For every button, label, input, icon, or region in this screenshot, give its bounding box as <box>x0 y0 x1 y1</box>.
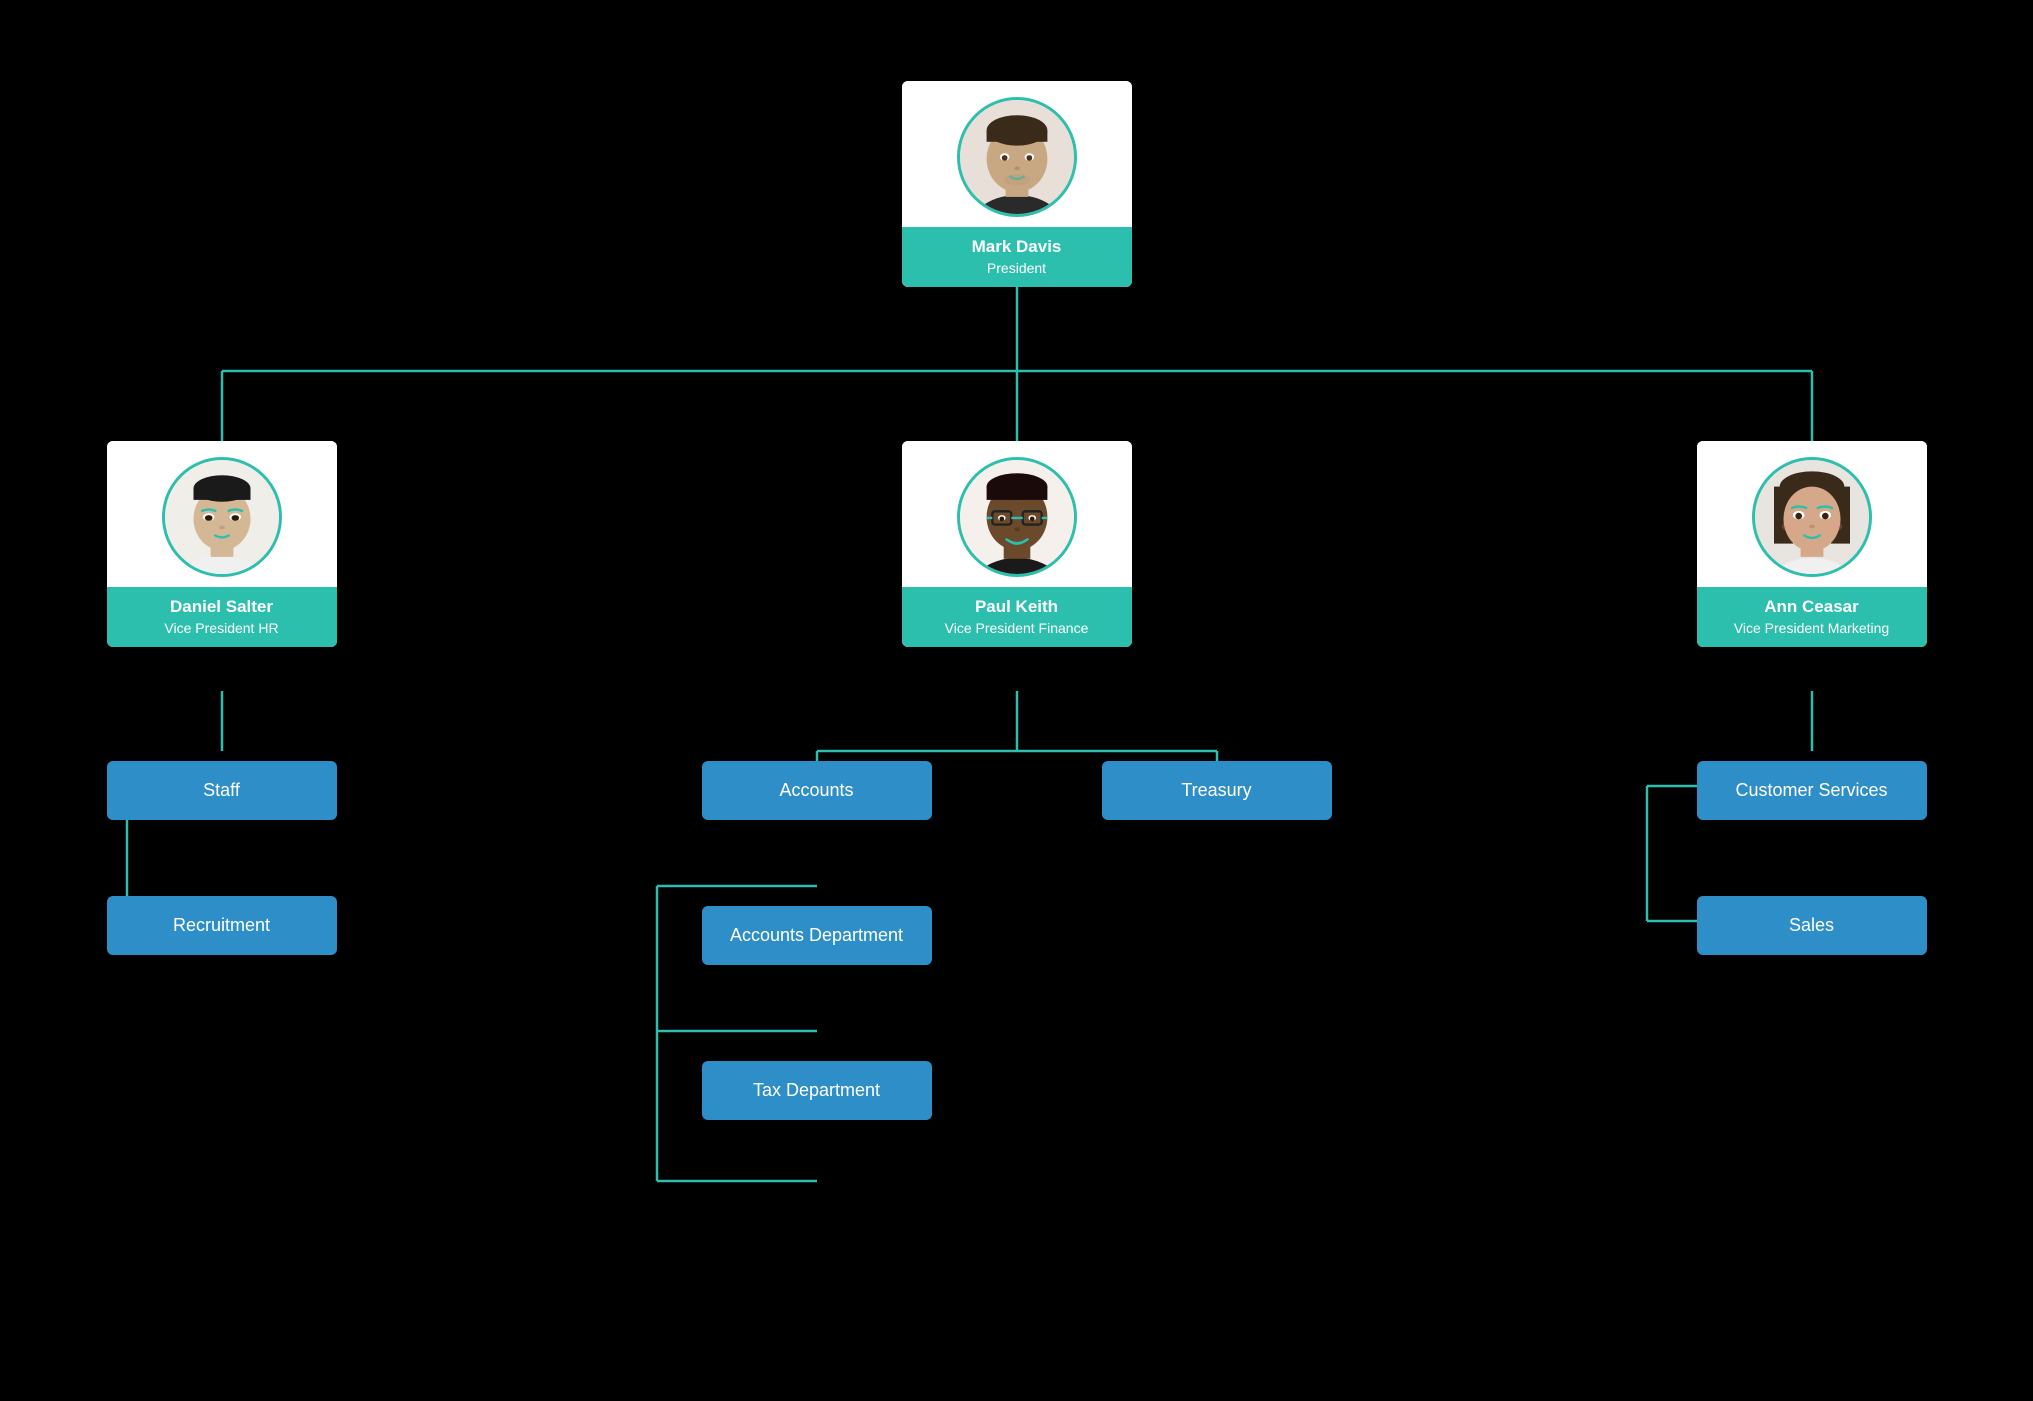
org-tree: Mark Davis President <box>67 51 1967 1351</box>
avatar-mark <box>957 97 1077 217</box>
person-name-mark: Mark Davis <box>910 237 1124 257</box>
dept-box-recruitment: Recruitment <box>107 896 337 955</box>
dept-label-tax-department: Tax Department <box>753 1080 880 1100</box>
avatar-wrap-daniel <box>107 441 337 577</box>
dept-label-recruitment: Recruitment <box>173 915 270 935</box>
dept-label-staff: Staff <box>203 780 240 800</box>
avatar-paul <box>957 457 1077 577</box>
avatar-wrap-ann <box>1697 441 1927 577</box>
dept-box-tax-department: Tax Department <box>702 1061 932 1120</box>
person-name-ann: Ann Ceasar <box>1705 597 1919 617</box>
dept-label-accounts-department: Accounts Department <box>730 925 903 945</box>
person-card-mark-davis: Mark Davis President <box>902 81 1132 288</box>
person-card-ann-ceasar: Ann Ceasar Vice President Marketing <box>1697 441 1927 648</box>
person-card-paul-keith: Paul Keith Vice President Finance <box>902 441 1132 648</box>
person-name-daniel: Daniel Salter <box>115 597 329 617</box>
avatar-ann <box>1752 457 1872 577</box>
person-title-mark: President <box>910 259 1124 277</box>
person-title-daniel: Vice President HR <box>115 619 329 637</box>
dept-box-treasury: Treasury <box>1102 761 1332 820</box>
avatar-wrap-mark <box>902 81 1132 217</box>
person-title-ann: Vice President Marketing <box>1705 619 1919 637</box>
name-band-mark: Mark Davis President <box>902 227 1132 288</box>
avatar-wrap-paul <box>902 441 1132 577</box>
org-chart: Mark Davis President <box>67 51 1967 1351</box>
person-title-paul: Vice President Finance <box>910 619 1124 637</box>
name-band-paul: Paul Keith Vice President Finance <box>902 587 1132 648</box>
dept-box-sales: Sales <box>1697 896 1927 955</box>
dept-box-staff: Staff <box>107 761 337 820</box>
name-band-daniel: Daniel Salter Vice President HR <box>107 587 337 648</box>
name-band-ann: Ann Ceasar Vice President Marketing <box>1697 587 1927 648</box>
dept-box-accounts: Accounts <box>702 761 932 820</box>
dept-label-customer-services: Customer Services <box>1735 780 1887 800</box>
dept-label-sales: Sales <box>1789 915 1834 935</box>
dept-box-accounts-department: Accounts Department <box>702 906 932 965</box>
person-card-daniel-salter: Daniel Salter Vice President HR <box>107 441 337 648</box>
dept-label-treasury: Treasury <box>1181 780 1251 800</box>
person-name-paul: Paul Keith <box>910 597 1124 617</box>
dept-label-accounts: Accounts <box>779 780 853 800</box>
dept-box-customer-services: Customer Services <box>1697 761 1927 820</box>
avatar-daniel <box>162 457 282 577</box>
